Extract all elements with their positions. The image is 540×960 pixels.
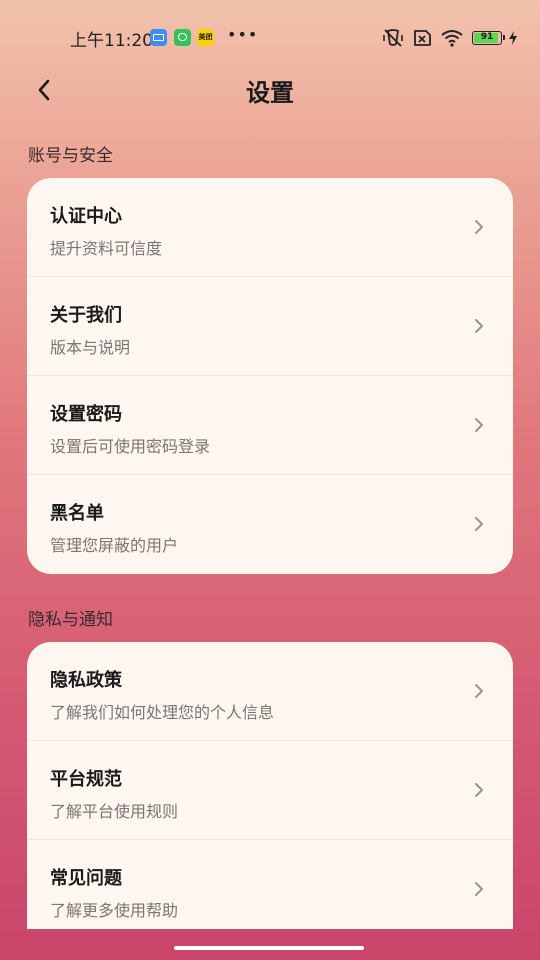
- header: 设置: [0, 70, 540, 110]
- row-subtitle: 了解更多使用帮助: [50, 901, 179, 920]
- battery-icon: 91: [472, 31, 505, 45]
- settings-row-about-us[interactable]: 关于我们 版本与说明: [27, 277, 513, 376]
- chevron-right-icon: [475, 684, 483, 698]
- charging-icon: [509, 31, 517, 45]
- row-subtitle: 设置后可使用密码登录: [50, 437, 211, 456]
- battery-level: 91: [480, 32, 494, 42]
- row-title: 设置密码: [50, 404, 122, 425]
- chevron-right-icon: [475, 517, 483, 531]
- settings-row-set-password[interactable]: 设置密码 设置后可使用密码登录: [27, 376, 513, 475]
- chevron-right-icon: [475, 418, 483, 432]
- settings-row-verification-center[interactable]: 认证中心 提升资料可信度: [27, 178, 513, 277]
- section-title-account-security: 账号与安全: [28, 146, 113, 166]
- settings-row-blacklist[interactable]: 黑名单 管理您屏蔽的用户: [27, 475, 513, 574]
- status-time: 上午11:20: [70, 31, 153, 51]
- settings-row-platform-rules[interactable]: 平台规范 了解平台使用规则: [27, 741, 513, 840]
- row-subtitle: 了解我们如何处理您的个人信息: [50, 703, 275, 722]
- row-title: 黑名单: [50, 503, 104, 524]
- chevron-right-icon: [475, 783, 483, 797]
- chevron-right-icon: [475, 220, 483, 234]
- meituan-app-icon: 美团: [197, 29, 214, 46]
- more-notifications-icon: •••: [227, 25, 259, 44]
- home-indicator[interactable]: [174, 946, 364, 950]
- chevron-right-icon: [475, 882, 483, 896]
- status-bar: 上午11:20 美团 ••• 91: [0, 0, 540, 74]
- row-title: 平台规范: [50, 769, 122, 790]
- row-title: 关于我们: [50, 305, 122, 326]
- page-title: 设置: [246, 79, 294, 107]
- account-security-card: 认证中心 提升资料可信度 关于我们 版本与说明 设置密码 设置后可使用密码登录 …: [27, 178, 513, 574]
- status-icons: 91: [382, 28, 518, 48]
- row-subtitle: 了解平台使用规则: [50, 802, 179, 821]
- vibrate-muted-icon: [383, 29, 403, 47]
- settings-row-privacy-policy[interactable]: 隐私政策 了解我们如何处理您的个人信息: [27, 642, 513, 741]
- no-sim-icon: [414, 30, 431, 46]
- settings-row-faq[interactable]: 常见问题 了解更多使用帮助: [27, 840, 513, 929]
- row-subtitle: 提升资料可信度: [50, 239, 163, 258]
- chevron-right-icon: [475, 319, 483, 333]
- row-title: 认证中心: [50, 206, 122, 227]
- privacy-notification-card: 隐私政策 了解我们如何处理您的个人信息 平台规范 了解平台使用规则 常见问题 了…: [27, 642, 513, 929]
- section-title-privacy-notification: 隐私与通知: [28, 610, 113, 630]
- row-subtitle: 管理您屏蔽的用户: [50, 536, 179, 555]
- mail-app-icon: [150, 29, 167, 46]
- row-subtitle: 版本与说明: [50, 338, 131, 357]
- row-title: 常见问题: [50, 868, 122, 889]
- row-title: 隐私政策: [50, 670, 122, 691]
- frog-app-icon: [174, 29, 191, 46]
- wifi-icon: [441, 30, 463, 47]
